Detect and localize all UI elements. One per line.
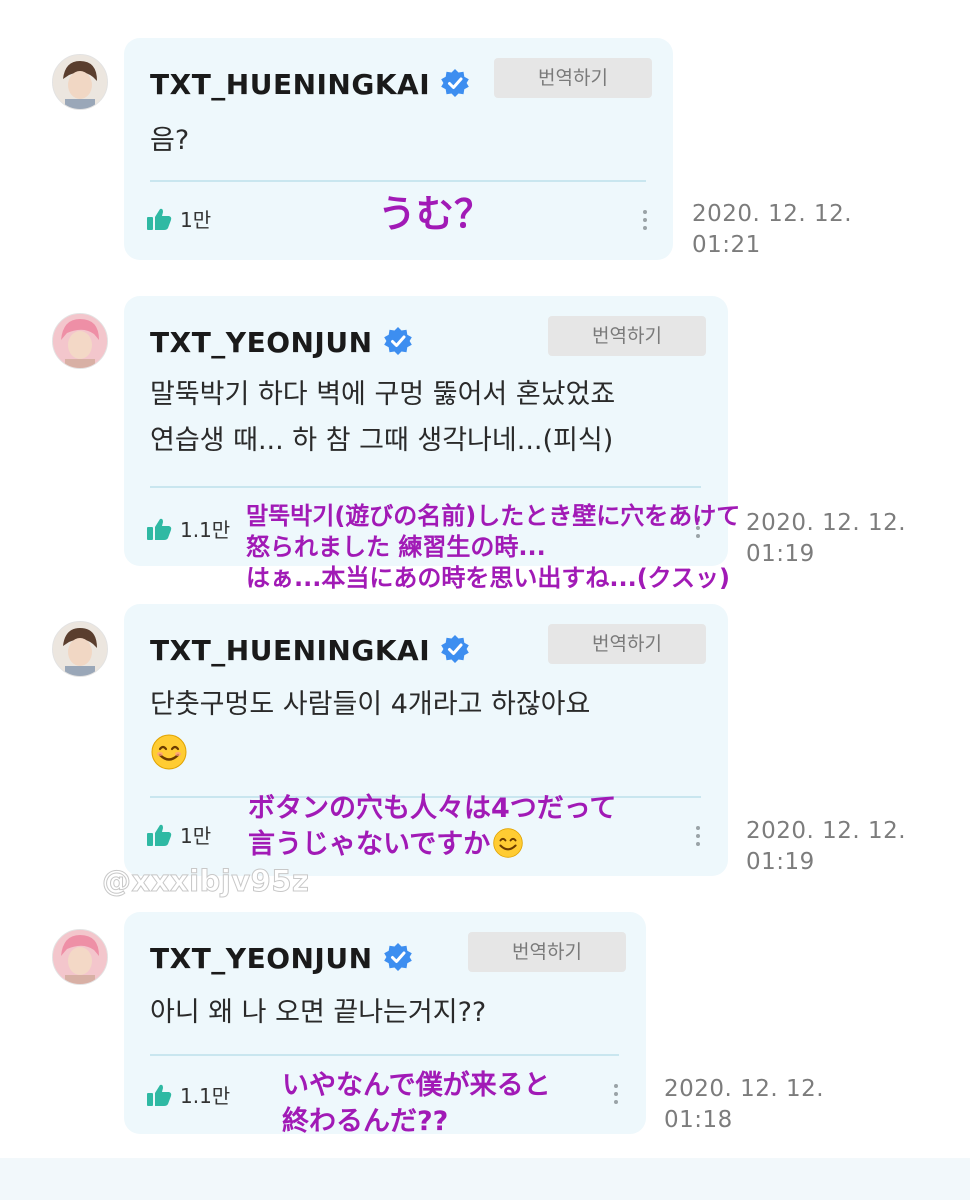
thumbs-up-icon	[147, 518, 172, 540]
japanese-translation: ボタンの穴も人々は4つだって 言うじゃないですか	[248, 793, 617, 860]
avatar[interactable]	[52, 313, 108, 369]
username[interactable]: TXT_HUENINGKAI	[150, 68, 470, 101]
avatar[interactable]	[52, 621, 108, 677]
username[interactable]: TXT_HUENINGKAI	[150, 634, 470, 667]
like-count: 1.1만	[180, 1084, 231, 1108]
comment-text: 단춧구멍도 사람들이 4개라고 하잖아요	[150, 682, 590, 774]
japanese-translation: いやなんで僕が来ると 終わるんだ??	[282, 1070, 551, 1137]
japanese-translation: うむ？	[378, 192, 493, 236]
divider	[150, 486, 701, 488]
timestamp: 2020. 12. 12. 01:19	[746, 510, 907, 567]
bottom-bar	[0, 1158, 970, 1200]
username[interactable]: TXT_YEONJUN	[150, 326, 413, 359]
more-vertical-icon[interactable]	[642, 210, 648, 234]
comment-text: 말뚝박기 하다 벽에 구멍 뚫어서 혼났었죠 연습생 때... 하 참 그때 생각…	[150, 379, 616, 456]
like-button[interactable]: 1만	[146, 204, 211, 233]
verified-badge-icon	[383, 943, 412, 971]
like-count: 1만	[180, 824, 212, 848]
username[interactable]: TXT_YEONJUN	[150, 942, 413, 975]
japanese-translation: 말뚝박기(遊びの名前)したとき壁に穴をあけて 怒られました 練習生の時... はぁ.…	[246, 502, 741, 592]
timestamp: 2020. 12. 12. 01:18	[664, 1076, 825, 1133]
timestamp: 2020. 12. 12. 01:21	[692, 201, 853, 258]
like-button[interactable]: 1.1만	[146, 514, 230, 543]
like-button[interactable]: 1.1만	[146, 1080, 230, 1109]
verified-badge-icon	[441, 635, 469, 663]
comment-text: 음?	[150, 125, 190, 156]
translate-button[interactable]: 번역하기	[468, 932, 626, 972]
divider	[150, 180, 646, 182]
like-count: 1만	[180, 208, 212, 232]
smiling-face-emoji	[493, 828, 523, 858]
verified-badge-icon	[441, 69, 469, 97]
verified-badge-icon	[383, 327, 412, 355]
smiling-face-emoji	[151, 734, 187, 769]
thumbs-up-icon	[147, 1084, 172, 1106]
translate-button[interactable]: 번역하기	[494, 58, 652, 98]
timestamp: 2020. 12. 12. 01:19	[746, 818, 907, 875]
translate-button[interactable]: 번역하기	[548, 316, 706, 356]
like-count: 1.1만	[180, 518, 231, 542]
avatar[interactable]	[52, 54, 108, 110]
thumbs-up-icon	[147, 824, 172, 846]
translate-button[interactable]: 번역하기	[548, 624, 706, 664]
comment-text: 아니 왜 나 오면 끝나는거지??	[150, 997, 487, 1028]
like-button[interactable]: 1만	[146, 820, 211, 849]
watermark: @xxxibjv95z	[101, 864, 310, 899]
more-vertical-icon[interactable]	[613, 1084, 619, 1108]
avatar[interactable]	[52, 929, 108, 985]
thumbs-up-icon	[147, 208, 172, 230]
more-vertical-icon[interactable]	[695, 826, 701, 850]
divider	[150, 1054, 619, 1056]
